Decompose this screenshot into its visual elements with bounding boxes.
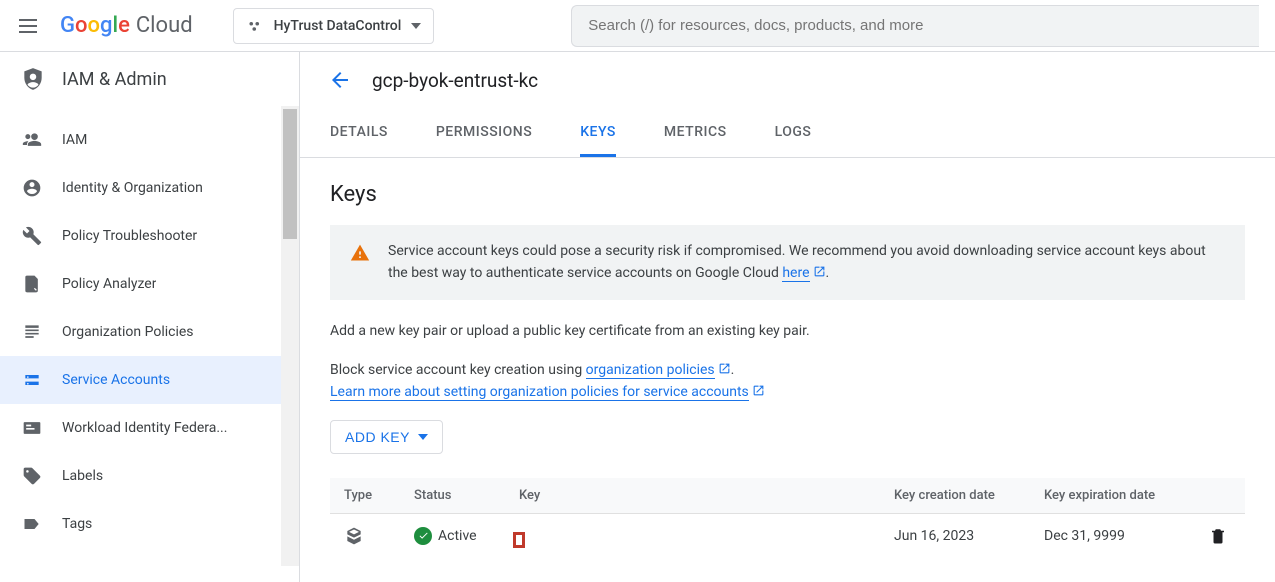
external-link-icon	[718, 362, 731, 375]
sidebar-item-workload-identity[interactable]: Workload Identity Federa...	[0, 404, 299, 452]
sidebar-item-service-accounts[interactable]: Service Accounts	[0, 356, 299, 404]
check-circle-icon	[414, 527, 432, 545]
list-icon	[22, 322, 42, 342]
col-created: Key creation date	[880, 478, 1030, 514]
sidebar-item-policy-analyzer[interactable]: Policy Analyzer	[0, 260, 299, 308]
tab-logs[interactable]: LOGS	[775, 110, 812, 157]
shield-icon	[20, 66, 46, 92]
expires-value: Dec 31, 9999	[1030, 513, 1195, 558]
col-type: Type	[330, 478, 400, 514]
col-expires: Key expiration date	[1030, 478, 1195, 514]
hamburger-menu-icon[interactable]	[16, 14, 40, 38]
project-picker[interactable]: HyTrust DataControl	[233, 8, 435, 44]
nav-label: Policy Troubleshooter	[62, 228, 197, 244]
tab-permissions[interactable]: PERMISSIONS	[436, 110, 532, 157]
nav-label: Organization Policies	[62, 324, 194, 340]
tab-metrics[interactable]: METRICS	[664, 110, 727, 157]
chevron-down-icon	[411, 23, 421, 29]
scrollbar[interactable]	[281, 106, 299, 566]
external-link-icon	[752, 384, 765, 397]
google-cloud-logo[interactable]: Google Cloud	[60, 13, 193, 38]
status-value: Active	[438, 528, 477, 544]
nav-label: Policy Analyzer	[62, 276, 156, 292]
nav-label: Identity & Organization	[62, 180, 203, 196]
nav-label: Workload Identity Federa...	[62, 420, 227, 436]
delete-icon[interactable]	[1209, 527, 1227, 545]
block-text: Block service account key creation using	[330, 362, 586, 378]
sidebar-item-policy-troubleshooter[interactable]: Policy Troubleshooter	[0, 212, 299, 260]
key-type-icon	[344, 526, 364, 546]
chevron-down-icon	[418, 434, 428, 440]
table-row: Active Jun 16, 2023 Dec 31, 9999	[330, 513, 1245, 558]
add-key-button[interactable]: ADD KEY	[330, 420, 443, 454]
learn-more-link[interactable]: Learn more about setting organization po…	[330, 384, 749, 401]
label-icon	[22, 514, 42, 534]
wrench-icon	[22, 226, 42, 246]
created-value: Jun 16, 2023	[880, 513, 1030, 558]
keys-table: Type Status Key Key creation date Key ex…	[330, 478, 1245, 558]
keys-heading: Keys	[330, 182, 1245, 207]
external-link-icon	[813, 265, 826, 278]
service-account-icon	[22, 370, 42, 390]
tab-keys[interactable]: KEYS	[580, 110, 616, 157]
sidebar-item-identity[interactable]: Identity & Organization	[0, 164, 299, 212]
nav-label: Tags	[62, 516, 92, 532]
here-link[interactable]: here	[782, 265, 809, 282]
page-title: gcp-byok-entrust-kc	[372, 69, 538, 92]
project-name: HyTrust DataControl	[274, 18, 402, 34]
product-name: Cloud	[136, 13, 193, 38]
sidebar-item-tags[interactable]: Tags	[0, 500, 299, 548]
document-search-icon	[22, 274, 42, 294]
sidebar-item-org-policies[interactable]: Organization Policies	[0, 308, 299, 356]
project-icon	[246, 17, 264, 35]
section-title: IAM & Admin	[62, 69, 167, 90]
people-icon	[22, 130, 42, 150]
add-key-description: Add a new key pair or upload a public ke…	[330, 320, 1245, 342]
alert-text-1: Service account keys could pose a securi…	[388, 243, 1166, 259]
tag-icon	[22, 466, 42, 486]
col-key: Key	[505, 478, 880, 514]
search-input[interactable]	[571, 5, 1259, 47]
nav-label: IAM	[62, 132, 87, 148]
org-policies-link[interactable]: organization policies	[586, 362, 715, 379]
nav-label: Labels	[62, 468, 103, 484]
back-arrow-icon[interactable]	[328, 68, 352, 92]
sidebar-item-iam[interactable]: IAM	[0, 116, 299, 164]
col-status: Status	[400, 478, 505, 514]
warning-icon	[350, 243, 370, 263]
sidebar-item-labels[interactable]: Labels	[0, 452, 299, 500]
person-circle-icon	[22, 178, 42, 198]
nav-label: Service Accounts	[62, 372, 170, 388]
tab-details[interactable]: DETAILS	[330, 110, 388, 157]
card-icon	[22, 418, 42, 438]
add-key-label: ADD KEY	[345, 429, 410, 445]
security-alert: Service account keys could pose a securi…	[330, 225, 1245, 300]
